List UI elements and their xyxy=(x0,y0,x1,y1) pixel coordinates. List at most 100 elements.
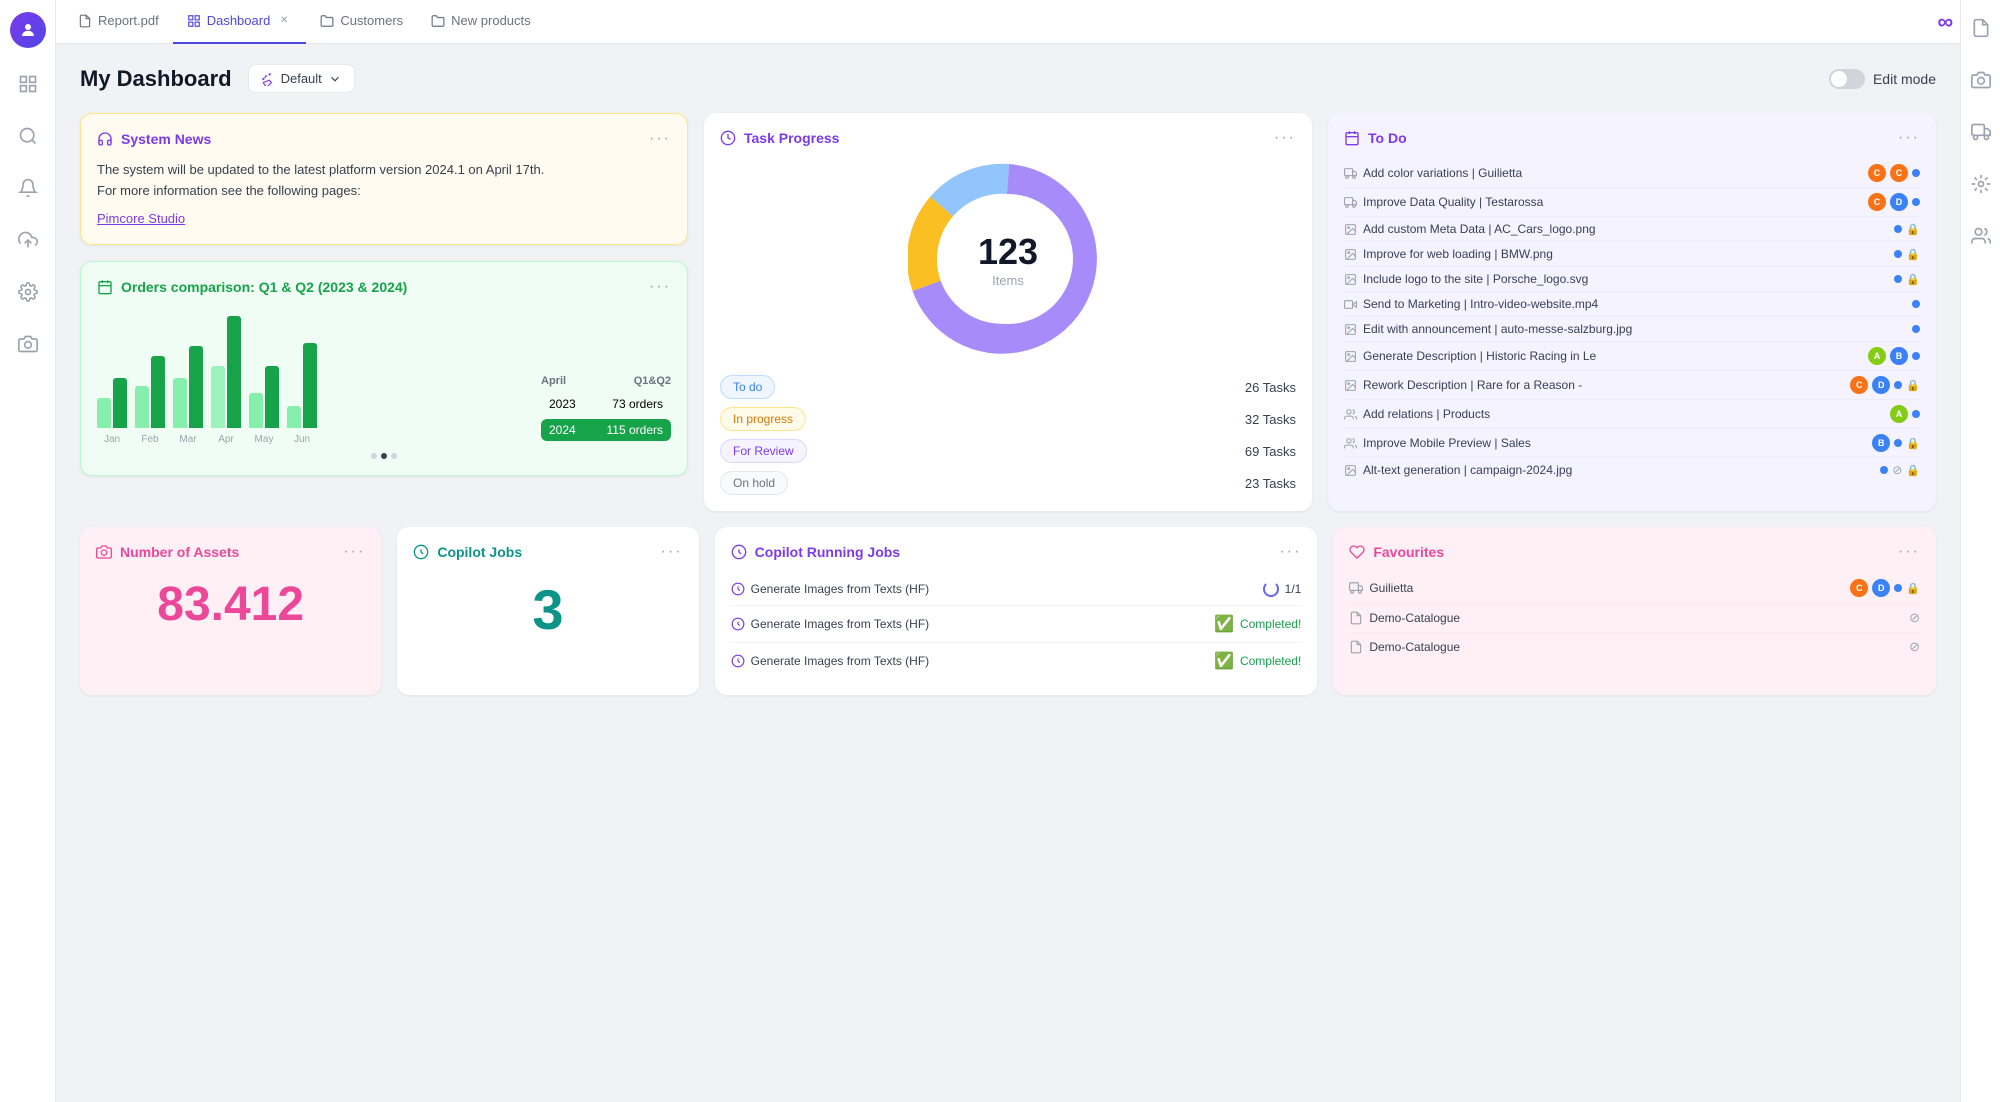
legend-2023: 2023 73 orders xyxy=(541,393,671,415)
bar-apr-2024 xyxy=(227,316,241,428)
copilot-job-icon-2 xyxy=(731,617,745,631)
bar-group-feb: Feb xyxy=(135,356,165,445)
sidebar-item-search[interactable] xyxy=(12,120,44,152)
orders-more[interactable]: ··· xyxy=(649,278,671,296)
bar-group-apr: Apr xyxy=(211,316,241,445)
right-sidebar-icon-3[interactable] xyxy=(1965,116,1997,148)
tab-new-products[interactable]: New products xyxy=(417,0,544,44)
sidebar-item-camera[interactable] xyxy=(12,328,44,360)
todo-item-6: Send to Marketing | Intro-video-website.… xyxy=(1344,292,1920,317)
todo-item-7: Edit with announcement | auto-messe-salz… xyxy=(1344,317,1920,342)
todo-item-1: Add color variations | Guilietta CC xyxy=(1344,159,1920,188)
running-job-3: Generate Images from Texts (HF) ✅ Comple… xyxy=(731,643,1302,679)
sidebar-item-upload[interactable] xyxy=(12,224,44,256)
chart-legend: AprilQ1&Q2 2023 73 orders 2024 115 order… xyxy=(541,375,671,445)
check-icon-2: ✅ xyxy=(1214,651,1234,671)
chevron-down-icon xyxy=(328,72,342,86)
copilot-running-card: Copilot Running Jobs ··· Generate Images… xyxy=(715,527,1318,695)
copilot-jobs-icon xyxy=(413,544,429,560)
task-badge-todo[interactable]: To do xyxy=(720,375,775,399)
headphone-icon xyxy=(97,131,113,147)
fav-item-3: Demo-Catalogue ⊘ xyxy=(1349,633,1920,661)
bar-mar-2024 xyxy=(189,346,203,428)
badge-c-1: C xyxy=(1868,193,1886,211)
right-sidebar-icon-2[interactable] xyxy=(1965,64,1997,96)
badge-a-7: A xyxy=(1868,347,1886,365)
fav-item-1: Guilietta C D 🔒 xyxy=(1349,573,1920,604)
lock-icon-10: 🔒 xyxy=(1906,437,1920,450)
todo-item-10: Add relations | Products A xyxy=(1344,400,1920,429)
number-assets-value: 83.412 xyxy=(96,577,365,632)
sidebar-item-grid[interactable] xyxy=(12,68,44,100)
right-sidebar-icon-1[interactable] xyxy=(1965,12,1997,44)
todo-more[interactable]: ··· xyxy=(1898,129,1920,147)
tab-close-dashboard[interactable]: ✕ xyxy=(276,13,292,29)
fav-slash-1: ⊘ xyxy=(1909,610,1920,626)
right-sidebar xyxy=(1960,0,2000,1102)
tab-bar: Report.pdf Dashboard ✕ Customers New pro… xyxy=(56,0,1960,44)
default-button[interactable]: Default xyxy=(248,64,355,93)
col1: System News ··· The system will be updat… xyxy=(80,113,688,511)
main-area: Report.pdf Dashboard ✕ Customers New pro… xyxy=(56,0,1960,1102)
right-sidebar-icon-5[interactable] xyxy=(1965,220,1997,252)
spin-icon xyxy=(1263,581,1279,597)
right-sidebar-icon-4[interactable] xyxy=(1965,168,1997,200)
user-avatar[interactable] xyxy=(10,12,46,48)
task-badge-onhold[interactable]: On hold xyxy=(720,471,788,495)
lock-icon-3: 🔒 xyxy=(1906,248,1920,261)
badge-d-8: D xyxy=(1872,376,1890,394)
bottom-grid: Number of Assets ··· 83.412 Copilot Jobs… xyxy=(80,527,1936,695)
sidebar-item-bell[interactable] xyxy=(12,172,44,204)
wand-icon xyxy=(261,72,275,86)
task-row-inprogress: In progress 32 Tasks xyxy=(720,407,1296,431)
copilot-jobs-more[interactable]: ··· xyxy=(661,543,683,561)
fav-item-2: Demo-Catalogue ⊘ xyxy=(1349,604,1920,633)
chart-container: Jan Feb Mar xyxy=(97,308,671,445)
dot-2 xyxy=(381,453,387,459)
copilot-running-more[interactable]: ··· xyxy=(1279,543,1301,561)
badge-a-9: A xyxy=(1890,405,1908,423)
todo-item-2: Improve Data Quality | Testarossa CD xyxy=(1344,188,1920,217)
badge-b-7: B xyxy=(1890,347,1908,365)
bar-mar-2023 xyxy=(173,378,187,428)
number-assets-more[interactable]: ··· xyxy=(343,543,365,561)
tab-dashboard[interactable]: Dashboard ✕ xyxy=(173,0,307,44)
system-news-body: The system will be updated to the latest… xyxy=(97,160,671,202)
edit-mode-toggle[interactable] xyxy=(1829,69,1865,89)
number-assets-title: Number of Assets xyxy=(120,544,239,560)
doc-fav-icon-1 xyxy=(1349,611,1363,625)
dashboard-header: My Dashboard Default Edit mode xyxy=(80,64,1936,93)
system-news-card: System News ··· The system will be updat… xyxy=(80,113,688,245)
fav-lock-1: 🔒 xyxy=(1906,582,1920,595)
logo-area: ∞ xyxy=(1937,9,1952,35)
sidebar-item-settings[interactable] xyxy=(12,276,44,308)
system-news-more[interactable]: ··· xyxy=(649,130,671,148)
bar-jun-2024 xyxy=(303,343,317,428)
tab-customers[interactable]: Customers xyxy=(306,0,417,44)
bar-may-2024 xyxy=(265,366,279,428)
badge-c-8: C xyxy=(1850,376,1868,394)
system-news-title: System News xyxy=(121,131,211,147)
todo-item-12: Alt-text generation | campaign-2024.jpg … xyxy=(1344,458,1920,482)
running-jobs-icon xyxy=(731,544,747,560)
task-badge-inprogress[interactable]: In progress xyxy=(720,407,806,431)
page-title: My Dashboard xyxy=(80,66,232,92)
chart-bars: Jan Feb Mar xyxy=(97,316,533,445)
bar-group-jun: Jun xyxy=(287,343,317,445)
content-area: My Dashboard Default Edit mode System Ne… xyxy=(56,44,1960,1102)
task-progress-more[interactable]: ··· xyxy=(1274,129,1296,147)
pimcore-studio-link[interactable]: Pimcore Studio xyxy=(97,211,185,226)
heart-icon xyxy=(1349,544,1365,560)
todo-item-9: Rework Description | Rare for a Reason -… xyxy=(1344,371,1920,400)
favourites-more[interactable]: ··· xyxy=(1898,543,1920,561)
todo-item-11: Improve Mobile Preview | Sales B🔒 xyxy=(1344,429,1920,458)
lock-icon-2: 🔒 xyxy=(1906,223,1920,236)
bar-apr-2023 xyxy=(211,366,225,428)
bar-feb-2023 xyxy=(135,386,149,428)
bar-jun-2023 xyxy=(287,406,301,428)
bar-group-jan: Jan xyxy=(97,378,127,445)
tab-report[interactable]: Report.pdf xyxy=(64,0,173,44)
copilot-running-title: Copilot Running Jobs xyxy=(755,544,900,560)
task-row-forreview: For Review 69 Tasks xyxy=(720,439,1296,463)
task-badge-forreview[interactable]: For Review xyxy=(720,439,807,463)
